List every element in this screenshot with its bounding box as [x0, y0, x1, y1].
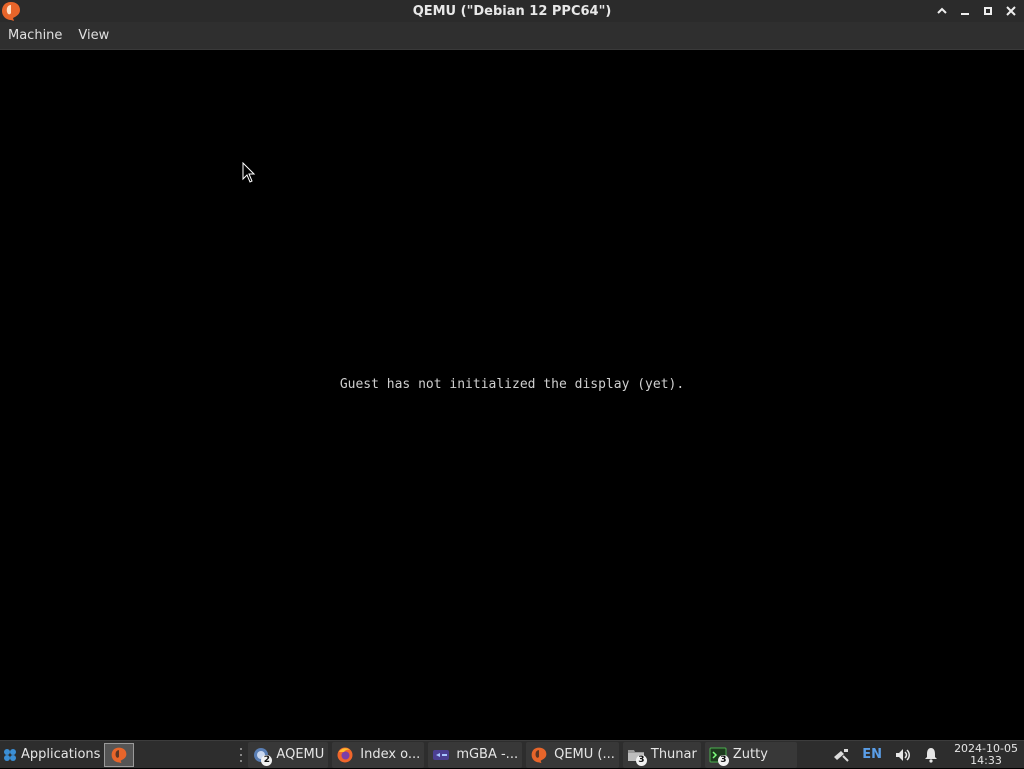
system-tray: EN 2024-10-05 14:33 — [826, 741, 1024, 769]
window-title: QEMU ("Debian 12 PPC64") — [412, 3, 612, 19]
minimize-icon — [960, 13, 969, 15]
qemu-icon — [112, 747, 127, 763]
task-aqemu[interactable]: 2 AQEMU — [248, 741, 329, 768]
menu-view[interactable]: View — [70, 22, 117, 49]
task-label: AQEMU — [276, 747, 325, 762]
applications-menu-button[interactable]: Applications — [0, 741, 102, 769]
clock-time: 14:33 — [970, 753, 1002, 767]
task-badge: 2 — [261, 754, 273, 766]
task-zutty[interactable]: 3 Zutty — [704, 741, 797, 768]
notification-bell-icon[interactable] — [924, 747, 938, 763]
aqemu-icon: 2 — [252, 746, 273, 766]
mgba-icon — [432, 746, 450, 764]
task-firefox[interactable]: Index o... — [332, 741, 425, 768]
clock-date: 2024-10-05 — [954, 741, 1018, 755]
task-mgba[interactable]: mGBA -... — [428, 741, 523, 768]
maximize-up-button[interactable] — [930, 0, 953, 22]
minimize-button[interactable] — [953, 0, 976, 22]
task-label: QEMU (... — [554, 747, 615, 762]
applications-label: Applications — [21, 747, 101, 762]
firefox-icon — [336, 746, 354, 764]
qemu-launcher-button[interactable] — [104, 742, 135, 767]
task-thunar[interactable]: 3 Thunar — [622, 741, 701, 768]
task-badge: 3 — [635, 754, 647, 766]
folder-icon: 3 — [627, 746, 647, 766]
task-qemu[interactable]: QEMU (... — [526, 741, 619, 768]
qemu-logo-icon — [0, 0, 22, 22]
close-button[interactable] — [999, 0, 1022, 22]
panel-separator-handle[interactable] — [240, 747, 244, 762]
task-label: Zutty — [732, 747, 768, 762]
menu-bar: Machine View — [0, 22, 1024, 50]
task-badge: 3 — [717, 754, 729, 766]
network-icon[interactable] — [832, 747, 850, 763]
guest-message: Guest has not initialized the display (y… — [339, 377, 685, 392]
keyboard-layout-indicator[interactable]: EN — [862, 747, 882, 762]
xfce-logo-icon — [4, 748, 16, 761]
maximize-button[interactable] — [976, 0, 999, 22]
terminal-icon: 3 — [709, 746, 729, 766]
mouse-cursor-icon — [242, 162, 256, 183]
menu-machine[interactable]: Machine — [0, 22, 70, 49]
task-label: mGBA -... — [456, 747, 519, 762]
qemu-icon — [530, 746, 548, 764]
task-label: Index o... — [360, 747, 421, 762]
volume-icon[interactable] — [894, 747, 912, 763]
taskbar: Applications 2 AQEMU Index o... mGBA -..… — [0, 740, 1024, 768]
chevron-up-icon — [936, 7, 947, 14]
guest-display[interactable]: Guest has not initialized the display (y… — [0, 50, 1024, 740]
maximize-icon — [983, 7, 992, 15]
close-icon — [1005, 6, 1016, 16]
window-controls — [930, 0, 1022, 22]
clock[interactable]: 2024-10-05 14:33 — [954, 741, 1018, 767]
window-titlebar[interactable]: QEMU ("Debian 12 PPC64") — [0, 0, 1024, 22]
task-label: Thunar — [650, 747, 697, 762]
